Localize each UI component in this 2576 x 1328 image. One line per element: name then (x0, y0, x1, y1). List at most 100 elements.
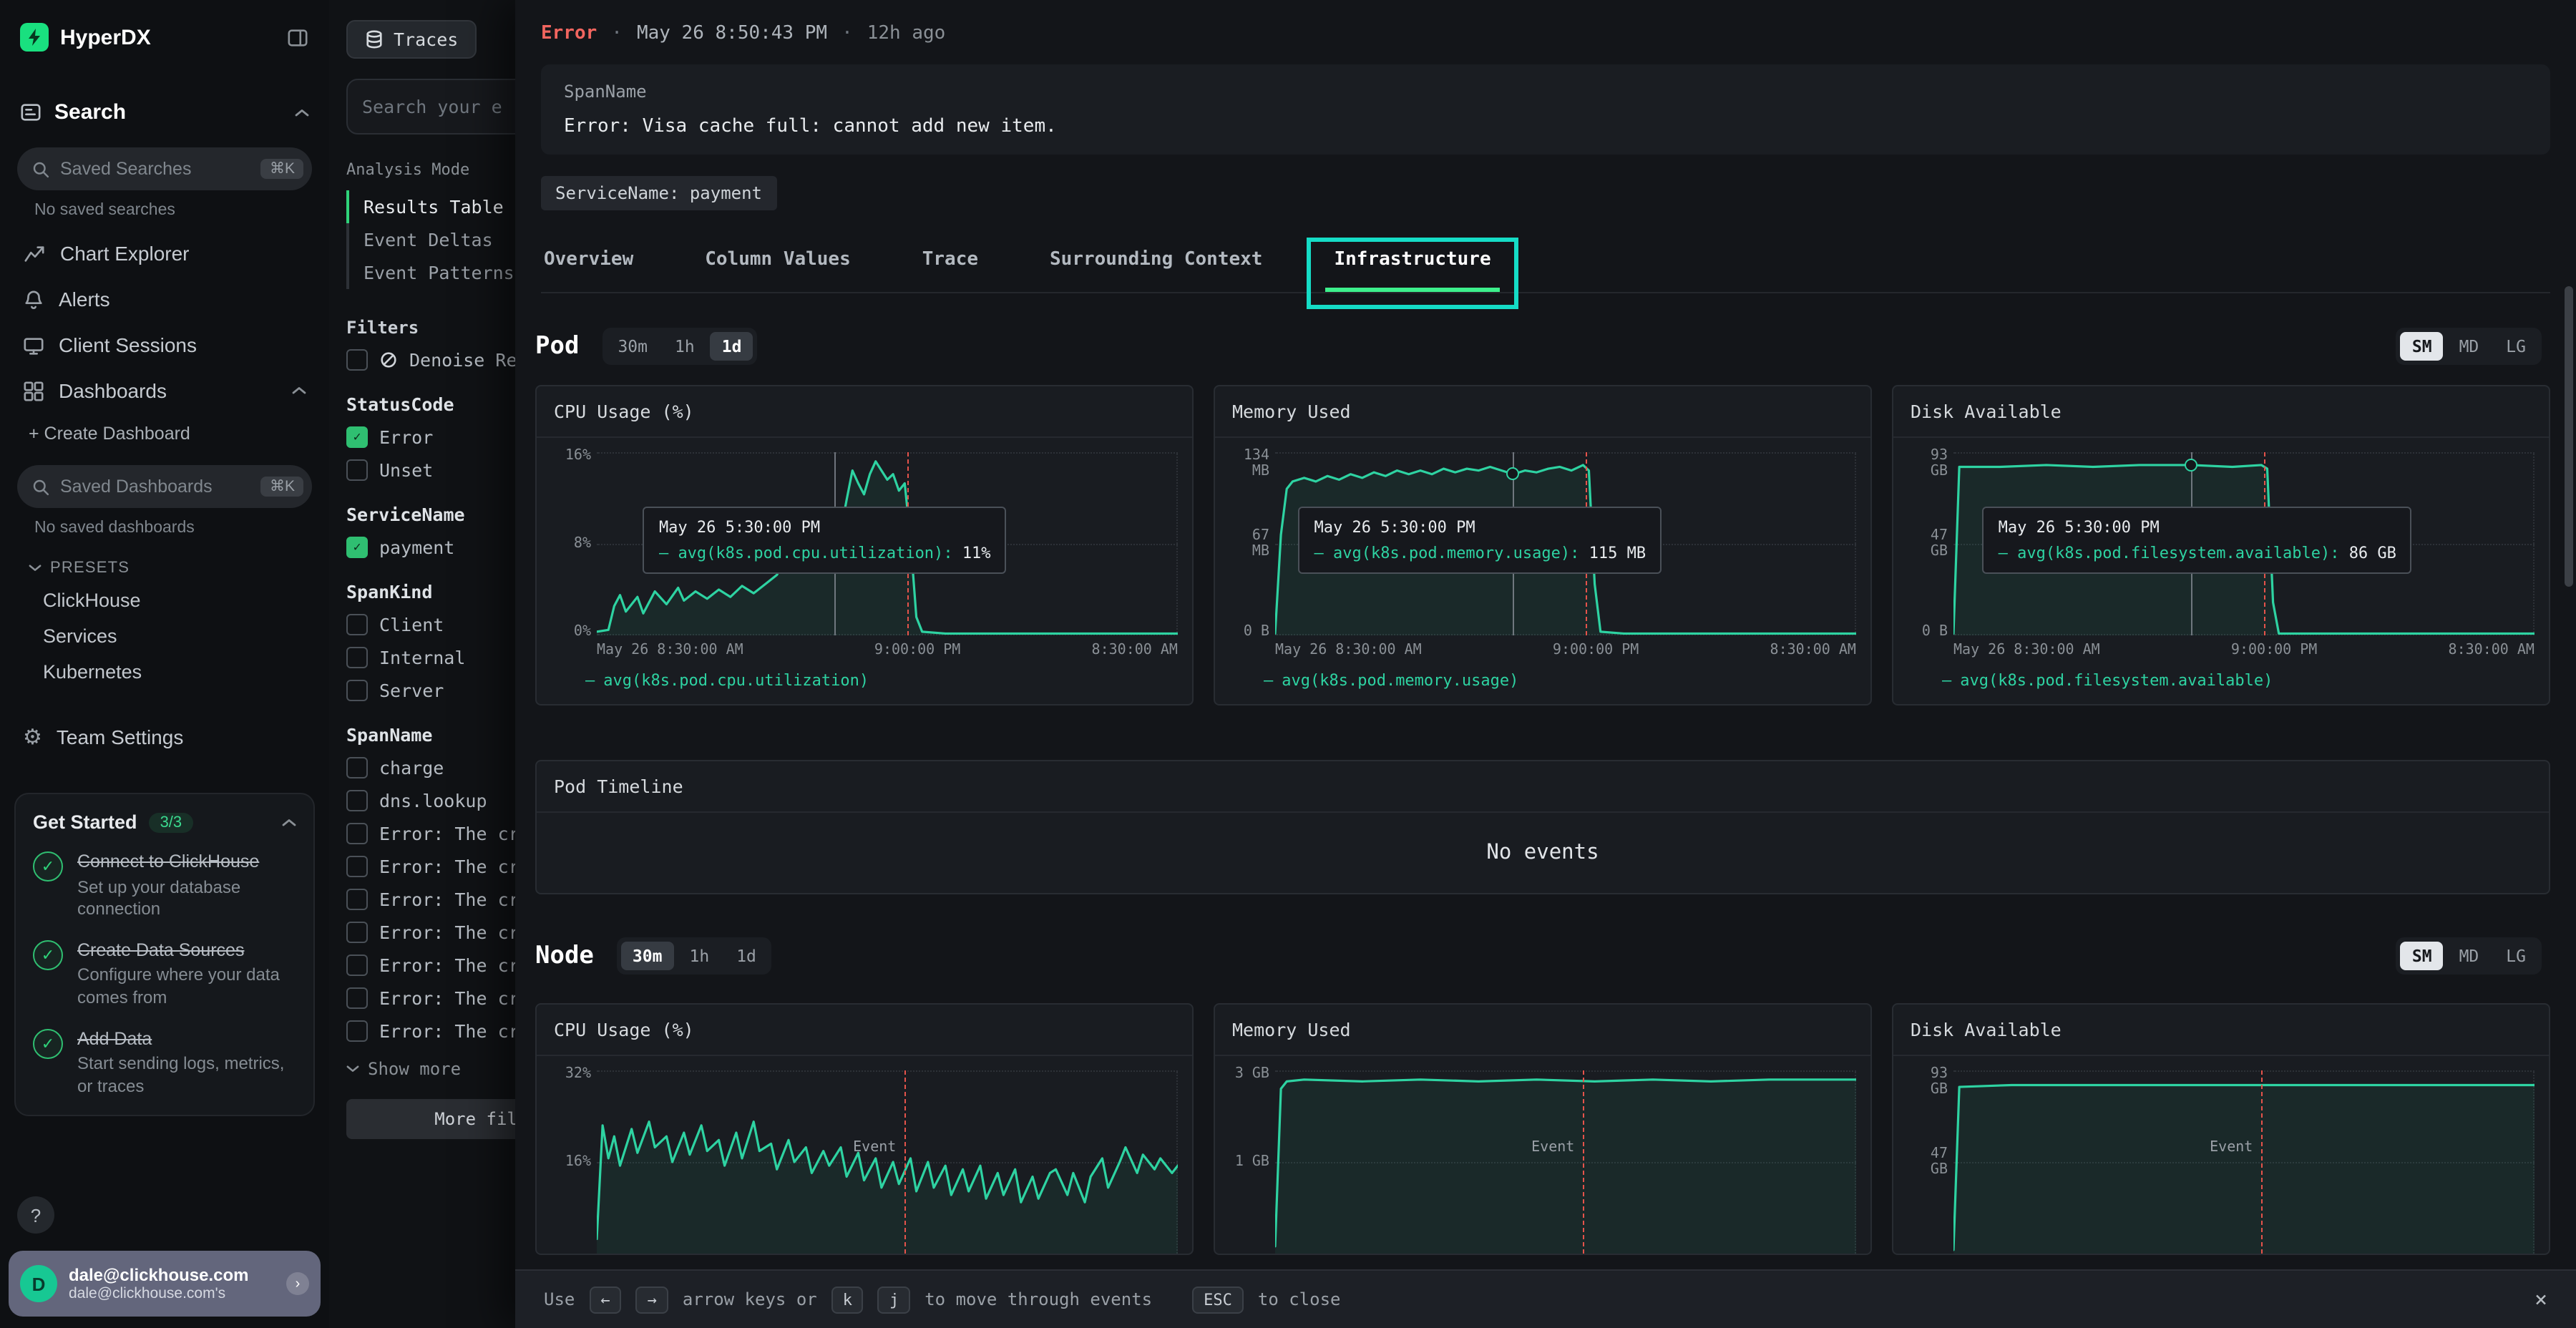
size-md-button[interactable]: MD (2448, 332, 2491, 361)
facet-item[interactable]: charge (346, 757, 515, 778)
presets-toggle[interactable]: PRESETS (0, 548, 329, 582)
search-section-header[interactable]: Search (0, 89, 329, 136)
sidebar-item-alerts[interactable]: Alerts (0, 276, 329, 322)
checklist-item[interactable]: ✓ Connect to ClickHouse Set up your data… (33, 851, 296, 922)
size-sm-button[interactable]: SM (2401, 332, 2444, 361)
chart-line-icon (23, 243, 46, 264)
checkbox[interactable] (346, 922, 368, 943)
brand-row: HyperDX (0, 0, 329, 63)
checkbox[interactable] (346, 459, 368, 481)
facet-item[interactable]: Client (346, 614, 515, 635)
size-lg-button[interactable]: LG (2494, 942, 2537, 970)
checkbox[interactable] (346, 757, 368, 778)
line-chart[interactable]: Event May 26 5:30:00 PM — avg(k8s.pod.me… (1275, 452, 1856, 635)
hint-text: arrow keys or (683, 1289, 817, 1309)
user-account-chip[interactable]: D dale@clickhouse.com dale@clickhouse.co… (9, 1251, 321, 1317)
facet-item[interactable]: Error: The cr (346, 1020, 515, 1042)
checkbox-checked[interactable]: ✓ (346, 537, 368, 558)
range-1d-button[interactable]: 1d (711, 332, 753, 361)
event-search-input[interactable]: Search your e (346, 79, 515, 135)
create-dashboard-button[interactable]: + Create Dashboard (0, 414, 329, 454)
checkbox[interactable] (346, 954, 368, 976)
range-1d-button[interactable]: 1d (725, 942, 768, 970)
facet-item[interactable]: Error: The cr (346, 823, 515, 844)
saved-dashboards-input[interactable]: Saved Dashboards ⌘K (17, 465, 312, 508)
checkbox[interactable] (346, 823, 368, 844)
size-lg-button[interactable]: LG (2494, 332, 2537, 361)
tab-surrounding-context[interactable]: Surrounding Context (1047, 230, 1265, 292)
checkbox[interactable] (346, 987, 368, 1009)
sidebar-item-label: Alerts (59, 288, 110, 311)
collapse-sidebar-icon[interactable] (286, 26, 309, 48)
range-1h-button[interactable]: 1h (678, 942, 721, 970)
tab-overview[interactable]: Overview (541, 230, 636, 292)
analysis-mode-event-deltas[interactable]: Event Deltas (346, 223, 515, 256)
analysis-mode-event-patterns[interactable]: Event Patterns (346, 256, 515, 289)
source-select-button[interactable]: Traces (346, 20, 477, 59)
facet-item[interactable]: Server (346, 680, 515, 701)
chart-tooltip: May 26 5:30:00 PM — avg(k8s.pod.cpu.util… (643, 507, 1007, 575)
service-name-tag[interactable]: ServiceName: payment (541, 176, 776, 210)
line-chart[interactable]: Event May 26 5:30:00 PM — avg(k8s.pod.cp… (597, 452, 1178, 635)
tab-trace[interactable]: Trace (919, 230, 981, 292)
line-chart[interactable]: Event (1953, 1070, 2534, 1254)
show-more-toggle[interactable]: Show more (346, 1059, 515, 1079)
tab-infrastructure[interactable]: Infrastructure (1331, 230, 1493, 292)
checkbox[interactable] (346, 790, 368, 811)
highlight-annotation-box (1307, 238, 1518, 309)
sidebar-item-client-sessions[interactable]: Client Sessions (0, 322, 329, 368)
chevron-up-icon (295, 108, 309, 117)
sidebar-item-kubernetes[interactable]: Kubernetes (0, 654, 329, 690)
range-1h-button[interactable]: 1h (663, 332, 706, 361)
range-30m-button[interactable]: 30m (621, 942, 674, 970)
checklist-item[interactable]: ✓ Add Data Start sending logs, metrics, … (33, 1028, 296, 1098)
facet-item[interactable]: ✓ Error (346, 426, 515, 448)
sidebar-item-dashboards[interactable]: Dashboards (0, 368, 329, 414)
line-chart[interactable]: Event (1275, 1070, 1856, 1254)
checkbox[interactable] (346, 1020, 368, 1042)
facet-item[interactable]: Error: The cr (346, 856, 515, 877)
checklist-item[interactable]: ✓ Create Data Sources Configure where yo… (33, 940, 296, 1010)
range-30m-button[interactable]: 30m (606, 332, 659, 361)
facet-item[interactable]: Error: The cr (346, 954, 515, 976)
sidebar-item-services[interactable]: Services (0, 618, 329, 654)
facet-item[interactable]: dns.lookup (346, 790, 515, 811)
shortcut-badge: ⌘K (261, 477, 303, 497)
facet-item[interactable]: Internal (346, 647, 515, 668)
saved-searches-input[interactable]: Saved Searches ⌘K (17, 147, 312, 190)
severity-badge: Error (541, 23, 597, 44)
sidebar-item-team-settings[interactable]: ⚙ Team Settings (0, 713, 329, 761)
line-chart[interactable]: Event May 26 5:30:00 PM — avg(k8s.pod.fi… (1953, 452, 2534, 635)
more-filters-button[interactable]: More filters (346, 1099, 515, 1139)
tab-column-values[interactable]: Column Values (702, 230, 854, 292)
size-sm-button[interactable]: SM (2401, 942, 2444, 970)
event-label: Event (1531, 1140, 1583, 1156)
checkbox[interactable] (346, 856, 368, 877)
scrollbar[interactable] (2565, 286, 2573, 587)
line-chart[interactable]: Event (597, 1070, 1178, 1254)
help-button[interactable]: ? (17, 1196, 54, 1234)
facet-item[interactable]: Unset (346, 459, 515, 481)
checkbox-checked[interactable]: ✓ (346, 426, 368, 448)
analysis-mode-list: Results Table Event Deltas Event Pattern… (346, 190, 515, 289)
sidebar-item-chart-explorer[interactable]: Chart Explorer (0, 230, 329, 276)
analysis-mode-results-table[interactable]: Results Table (346, 190, 515, 223)
checkbox[interactable] (346, 889, 368, 910)
checkbox[interactable] (346, 680, 368, 701)
event-detail-panel: Error · May 26 8:50:43 PM · 12h ago Span… (515, 0, 2576, 1328)
facet-item[interactable]: Error: The cr (346, 922, 515, 943)
checkbox[interactable] (346, 614, 368, 635)
denoise-toggle[interactable]: Denoise Re (346, 349, 515, 371)
size-md-button[interactable]: MD (2448, 942, 2491, 970)
sidebar-item-clickhouse[interactable]: ClickHouse (0, 582, 329, 618)
checkbox[interactable] (346, 647, 368, 668)
facet-item[interactable]: Error: The cr (346, 987, 515, 1009)
node-time-range-group: 30m 1h 1d (617, 937, 772, 975)
checkbox[interactable] (346, 349, 368, 371)
chart-tooltip: May 26 5:30:00 PM — avg(k8s.pod.memory.u… (1298, 507, 1662, 575)
facet-item[interactable]: ✓ payment (346, 537, 515, 558)
close-icon[interactable]: × (2534, 1286, 2547, 1312)
node-memory-chart-card: Memory Used 3 GB 1 GB Event (1214, 1003, 1872, 1255)
get-started-header[interactable]: Get Started 3/3 (33, 811, 296, 833)
facet-item[interactable]: Error: The cr (346, 889, 515, 910)
